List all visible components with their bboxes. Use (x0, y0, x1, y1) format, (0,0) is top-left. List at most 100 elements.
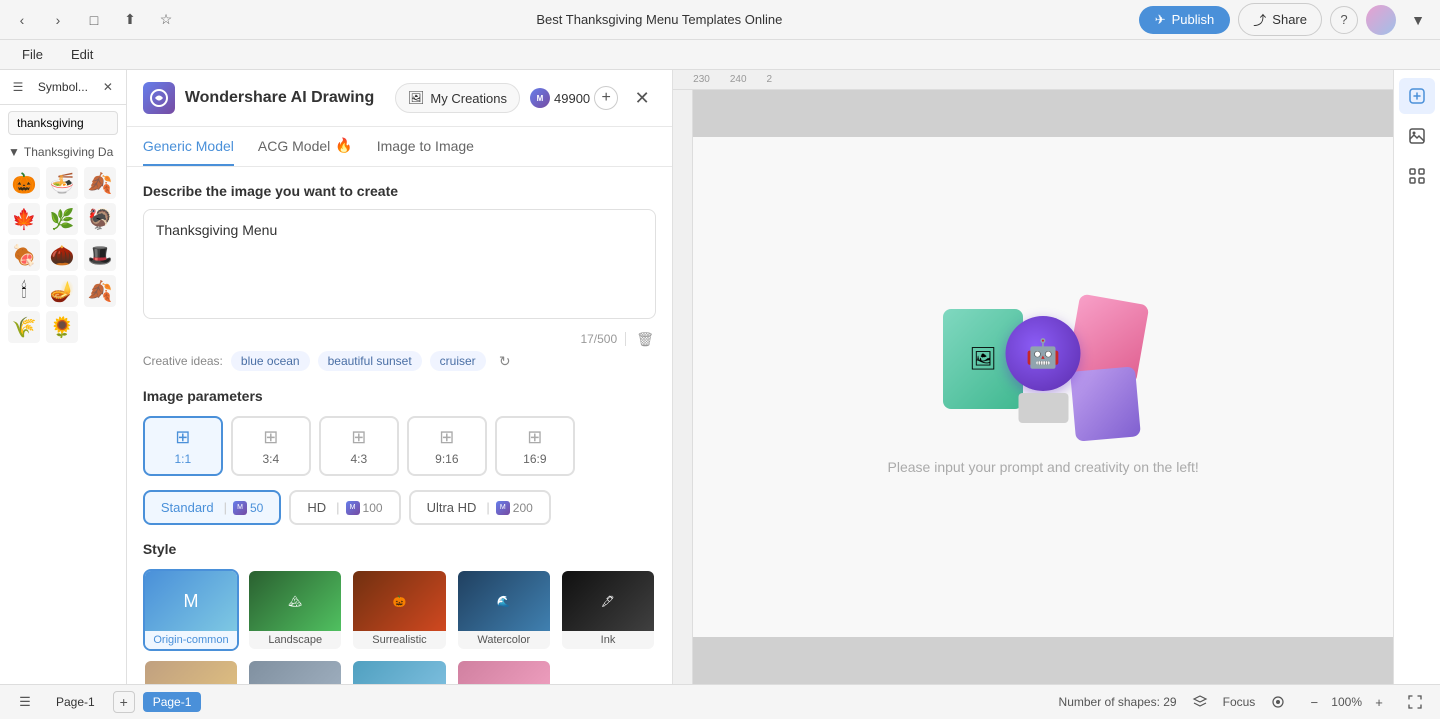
list-item[interactable]: 🎩 (84, 239, 116, 271)
help-button[interactable]: ? (1330, 6, 1358, 34)
aspect-ratios: ⊞ 1:1 ⊞ 3:4 ⊞ 4:3 ⊞ 9:16 ⊞ 16:9 (143, 416, 656, 476)
sidebar-toggle-bottom[interactable]: ☰ (12, 689, 38, 715)
list-item[interactable]: 🍖 (8, 239, 40, 271)
bottom-right: Number of shapes: 29 Focus − 100% + (1059, 689, 1428, 715)
idea-chip-2[interactable]: beautiful sunset (318, 351, 422, 371)
ratio-label: 3:4 (263, 452, 280, 466)
style-watercolor[interactable]: 🌊 Watercolor (456, 569, 552, 651)
add-page-button[interactable]: + (113, 691, 135, 713)
quality-ultrahd-button[interactable]: Ultra HD | M 200 (409, 490, 551, 525)
list-item[interactable]: 🕯 (8, 275, 40, 307)
idea-chip-3[interactable]: cruiser (430, 351, 486, 371)
active-page-button[interactable]: Page-1 (143, 692, 202, 712)
prompt-textarea[interactable]: Thanksgiving Menu (143, 209, 656, 319)
sidebar-search-container (0, 105, 126, 141)
ai-panel-title: Wondershare AI Drawing (185, 89, 374, 107)
zoom-in-button[interactable]: + (1366, 689, 1392, 715)
ai-drawing-panel: Wondershare AI Drawing 🖼 My Creations M … (127, 70, 673, 684)
tab-generic-model[interactable]: Generic Model (143, 127, 234, 166)
quality-hd-button[interactable]: HD | M 100 (289, 490, 400, 525)
ratio-4-3-button[interactable]: ⊞ 4:3 (319, 416, 399, 476)
grid-tool-button[interactable] (1399, 158, 1435, 194)
canvas-main[interactable]: 🖼 🤖 Please i (693, 90, 1393, 684)
publish-button[interactable]: ✈ Publish (1139, 6, 1231, 34)
edit-menu[interactable]: Edit (59, 43, 105, 66)
back-button[interactable]: ‹ (8, 6, 36, 34)
credits-icon: M (496, 501, 510, 515)
list-item[interactable]: 🍜 (46, 167, 78, 199)
sidebar-search-input[interactable] (8, 111, 118, 135)
list-item[interactable]: 🍂 (84, 275, 116, 307)
ai-logo (143, 82, 175, 114)
style-extra-2[interactable] (247, 659, 343, 684)
forward-button[interactable]: › (44, 6, 72, 34)
style-ink[interactable]: 🖋 Ink (560, 569, 656, 651)
list-item[interactable]: 🍁 (8, 203, 40, 235)
file-menu[interactable]: File (10, 43, 55, 66)
add-credits-button[interactable]: + (594, 86, 618, 110)
credits-display: M 49900 + (530, 86, 618, 110)
style-name: Origin-common (145, 631, 237, 649)
bookmark-button[interactable]: ☆ (152, 6, 180, 34)
ratio-label: 4:3 (351, 452, 368, 466)
style-extra-4[interactable] (456, 659, 552, 684)
tab-image-to-image[interactable]: Image to Image (377, 127, 474, 166)
layers-button[interactable] (1187, 689, 1213, 715)
page-button[interactable]: Page-1 (46, 692, 105, 712)
ratio-1-1-button[interactable]: ⊞ 1:1 (143, 416, 223, 476)
style-landscape[interactable]: 🏔 Landscape (247, 569, 343, 651)
focus-button[interactable] (1265, 689, 1291, 715)
ratio-icon: ⊞ (175, 427, 190, 448)
idea-chip-1[interactable]: blue ocean (231, 351, 310, 371)
sidebar-category[interactable]: ▼ Thanksgiving Da (0, 141, 126, 163)
ratio-label: 16:9 (523, 452, 546, 466)
illustration-robot: 🤖 (1006, 316, 1081, 423)
right-toolbar (1393, 70, 1440, 684)
canvas-placeholder-text: Please input your prompt and creativity … (888, 459, 1199, 475)
ratio-3-4-button[interactable]: ⊞ 3:4 (231, 416, 311, 476)
ai-tabs: Generic Model ACG Model 🔥 Image to Image (127, 127, 672, 167)
ratio-16-9-button[interactable]: ⊞ 16:9 (495, 416, 575, 476)
style-origin-common[interactable]: M Origin-common (143, 569, 239, 651)
image-tool-button[interactable] (1399, 118, 1435, 154)
zoom-level: 100% (1331, 695, 1362, 709)
list-item[interactable]: 🌿 (46, 203, 78, 235)
list-item[interactable]: 🌰 (46, 239, 78, 271)
quality-standard-button[interactable]: Standard | M 50 (143, 490, 282, 525)
ai-panel-right: 🖼 My Creations M 49900 + ✕ (395, 83, 656, 113)
fullscreen-button[interactable] (1402, 689, 1428, 715)
overview-button[interactable]: □ (80, 6, 108, 34)
ruler-mark: 2 (767, 74, 773, 85)
ratio-9-16-button[interactable]: ⊞ 9:16 (407, 416, 487, 476)
list-item[interactable]: 🎃 (8, 167, 40, 199)
style-surrealistic[interactable]: 🎃 Surrealistic (351, 569, 447, 651)
style-extra-1[interactable] (143, 659, 239, 684)
list-item[interactable]: 🍂 (84, 167, 116, 199)
close-panel-button[interactable]: ✕ (628, 84, 656, 112)
ai-tool-button[interactable] (1399, 78, 1435, 114)
share-button[interactable]: ⤴ Share (1238, 3, 1322, 36)
canvas-white: 🖼 🤖 Please i (693, 137, 1393, 637)
tab-acg-model[interactable]: ACG Model 🔥 (258, 127, 353, 166)
account-chevron[interactable]: ▼ (1404, 6, 1432, 34)
sidebar-close[interactable]: ✕ (98, 74, 118, 100)
list-item[interactable]: 🪔 (46, 275, 78, 307)
quality-label: HD (307, 500, 326, 515)
creations-icon: 🖼 (408, 90, 425, 106)
zoom-out-button[interactable]: − (1301, 689, 1327, 715)
illustration-card-bottom-right (1070, 366, 1141, 441)
list-item[interactable]: 🌾 (8, 311, 40, 343)
divider-icon: | (336, 500, 339, 515)
list-item[interactable]: 🦃 (84, 203, 116, 235)
ruler-top: 230 240 2 (673, 70, 1393, 90)
zoom-control: − 100% + (1301, 689, 1392, 715)
my-creations-button[interactable]: 🖼 My Creations (395, 83, 520, 113)
refresh-ideas-button[interactable]: ↻ (494, 350, 516, 372)
list-item[interactable]: 🌻 (46, 311, 78, 343)
sidebar-toggle[interactable]: ☰ (8, 74, 28, 100)
style-extra-3[interactable] (351, 659, 447, 684)
clear-prompt-button[interactable]: 🗑 (634, 328, 656, 350)
new-tab-button[interactable]: ⬆ (116, 6, 144, 34)
avatar[interactable] (1366, 5, 1396, 35)
canvas-area: 230 240 2 🖼 (673, 70, 1393, 684)
